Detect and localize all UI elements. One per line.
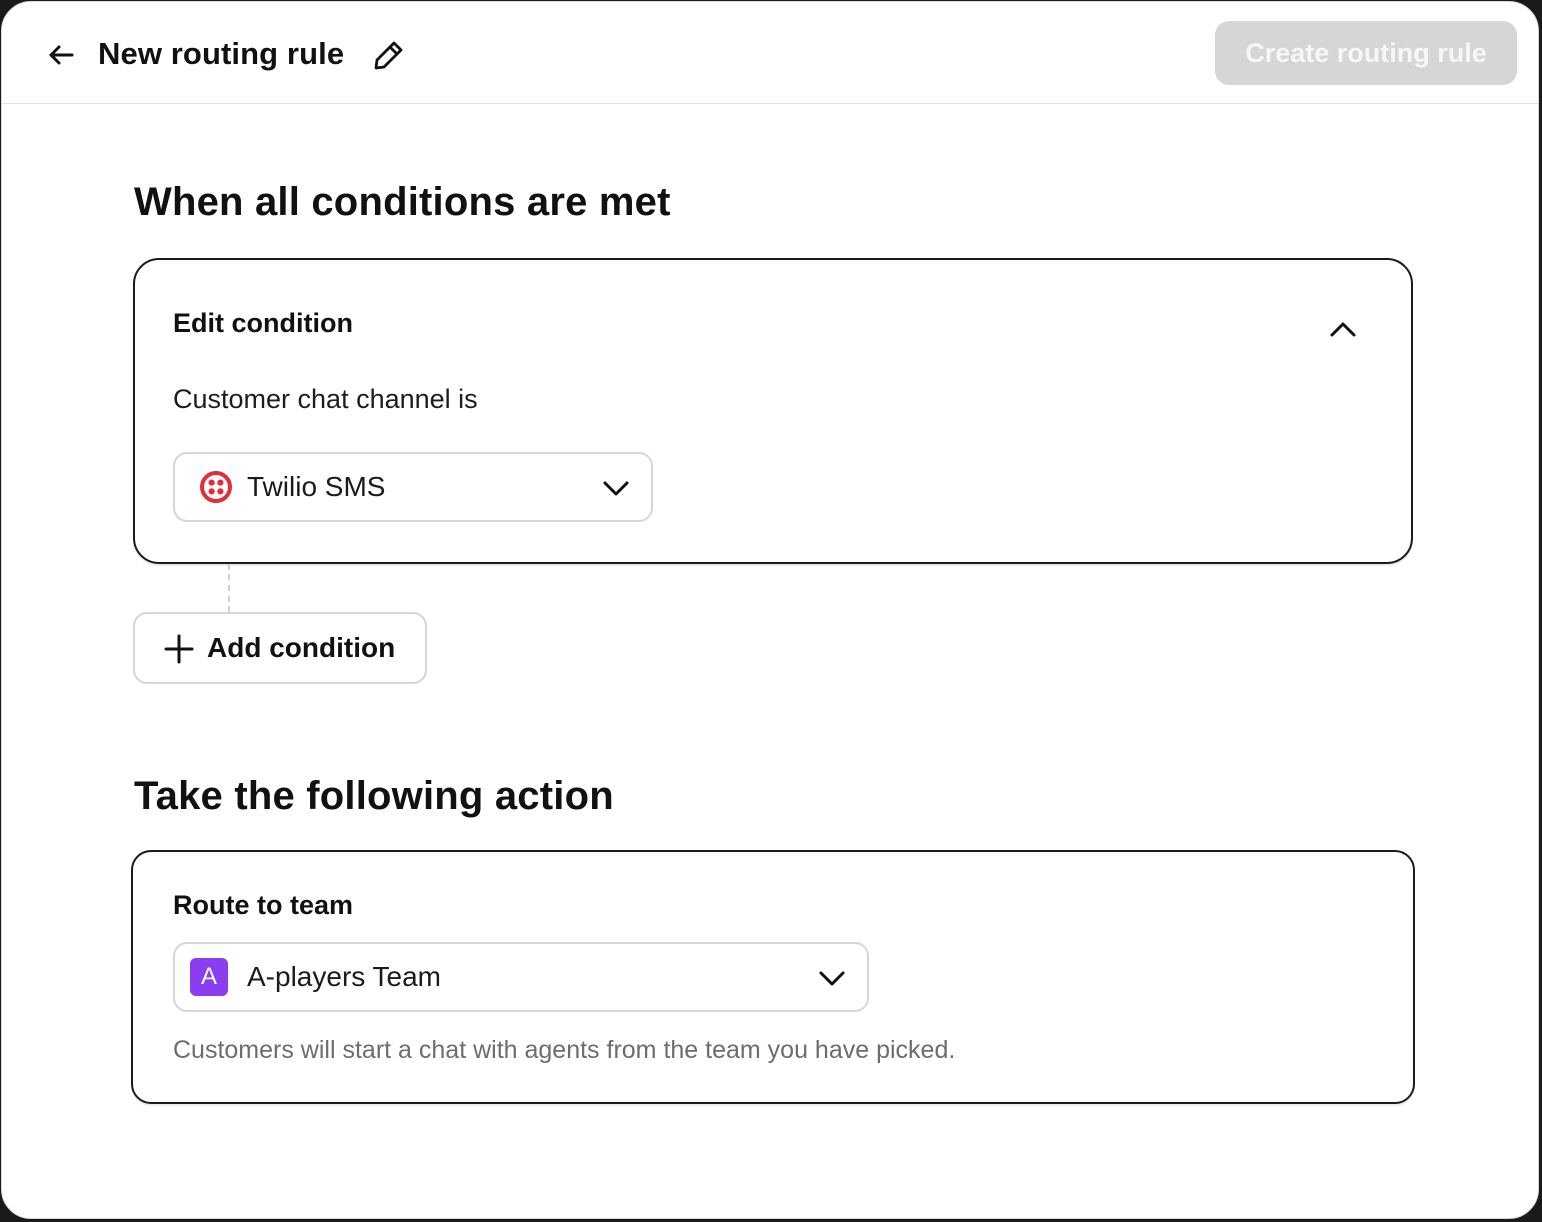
page-title: New routing rule xyxy=(98,36,345,71)
top-bar: New routing rule Create routing rule xyxy=(2,2,1538,104)
twilio-logo-icon xyxy=(200,471,232,503)
chevron-up-icon xyxy=(1330,322,1356,337)
pencil-icon xyxy=(374,41,403,70)
routing-rule-window: New routing rule Create routing rule Whe… xyxy=(1,1,1539,1219)
back-button[interactable] xyxy=(42,36,80,74)
condition-card: Edit condition Customer chat channel is … xyxy=(133,258,1413,564)
team-avatar: A xyxy=(190,958,228,996)
channel-select-value: Twilio SMS xyxy=(247,471,386,502)
action-heading: Take the following action xyxy=(134,774,614,818)
action-card: Route to team A A-players Team Customers… xyxy=(131,850,1415,1104)
add-condition-label: Add condition xyxy=(207,632,396,663)
condition-card-title: Edit condition xyxy=(173,308,353,338)
edit-title-button[interactable] xyxy=(370,36,408,74)
chevron-down-icon xyxy=(819,971,845,986)
create-routing-rule-button[interactable]: Create routing rule xyxy=(1215,21,1517,85)
plus-icon xyxy=(164,634,194,664)
team-select[interactable]: A A-players Team xyxy=(173,942,869,1012)
channel-select[interactable]: Twilio SMS xyxy=(173,452,653,522)
team-select-value: A-players Team xyxy=(247,961,442,992)
add-condition-button[interactable]: Add condition xyxy=(133,612,427,684)
collapse-condition-button[interactable] xyxy=(1323,310,1363,350)
team-helper-text: Customers will start a chat with agents … xyxy=(173,1036,956,1064)
action-card-title: Route to team xyxy=(173,890,354,920)
arrow-left-icon xyxy=(49,45,74,65)
condition-label: Customer chat channel is xyxy=(173,384,478,414)
conditions-heading: When all conditions are met xyxy=(134,180,671,224)
condition-connector-line xyxy=(228,564,230,612)
chevron-down-icon xyxy=(603,481,629,496)
